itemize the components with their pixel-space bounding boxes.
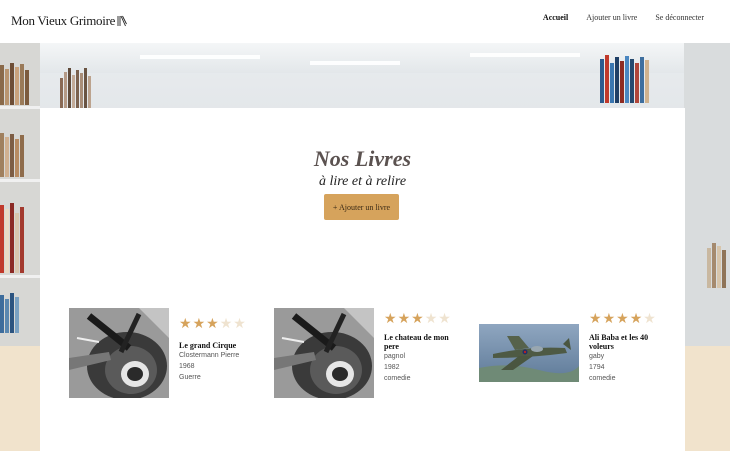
star-empty-icon: ★ — [233, 317, 246, 332]
shelf-board — [0, 106, 40, 109]
book-title: Le chateau de mon pere — [384, 333, 449, 351]
rating-stars: ★ ★ ★ ★ ★ — [384, 313, 454, 327]
rating-stars: ★ ★ ★ ★ ★ — [179, 318, 249, 332]
color-airplane-photo — [479, 324, 579, 382]
star-full-icon: ★ — [206, 317, 219, 332]
star-full-icon: ★ — [616, 312, 629, 327]
book-year: 1982 — [384, 364, 400, 371]
star-full-icon: ★ — [179, 317, 192, 332]
book-author: Clostermann Pierre — [179, 352, 240, 359]
star-full-icon: ★ — [411, 312, 424, 327]
page-subtitle: à lire et à relire — [318, 174, 407, 189]
book-title: Ali Baba et les 40 voleurs — [589, 333, 649, 351]
star-full-icon: ★ — [192, 317, 206, 332]
book-spines — [0, 203, 24, 273]
book-year: 1968 — [179, 363, 195, 370]
book-author: pagnol — [384, 353, 406, 360]
nav-accueil[interactable]: Accueil — [543, 13, 568, 22]
rating-stars: ★ ★ ★ ★ ★ — [589, 313, 659, 327]
shelf-board — [0, 179, 40, 182]
book-info: ★ ★ ★ ★ ★ Ali Baba et les 40 voleurs gab… — [589, 313, 659, 383]
book-genre: comedie — [384, 375, 411, 382]
ceiling-light — [310, 61, 400, 65]
book-info: ★ ★ ★ ★ ★ Le grand Cirque Clostermann Pi… — [179, 318, 249, 382]
book-cover-image[interactable] — [69, 308, 169, 398]
star-full-icon: ★ — [602, 312, 616, 327]
page-title: Nos Livres — [313, 146, 412, 171]
book-info: ★ ★ ★ ★ ★ Le chateau de mon pere pagnol … — [384, 313, 454, 383]
star-full-icon: ★ — [397, 312, 411, 327]
book-card[interactable]: ★ ★ ★ ★ ★ Ali Baba et les 40 voleurs gab… — [479, 308, 669, 400]
star-full-icon: ★ — [384, 312, 397, 327]
book-title: Le grand Cirque — [179, 341, 237, 350]
ceiling-light — [140, 55, 260, 59]
ceiling-light — [470, 53, 580, 57]
nav-se-deconnecter[interactable]: Se déconnecter — [655, 13, 704, 22]
star-empty-icon: ★ — [219, 317, 233, 332]
book-card[interactable]: ★ ★ ★ ★ ★ Le grand Cirque Clostermann Pi… — [69, 308, 259, 400]
logo[interactable]: Mon Vieux Grimoire — [11, 13, 127, 29]
logo-text: Mon Vieux Grimoire — [11, 13, 116, 28]
book-cover-image[interactable] — [479, 324, 579, 382]
book-spines — [0, 133, 24, 177]
book-genre: comedie — [589, 375, 616, 382]
book-spines — [707, 243, 726, 288]
book-logo-icon — [117, 15, 127, 27]
book-year: 1794 — [589, 364, 605, 371]
shelf-board — [0, 275, 40, 278]
star-full-icon: ★ — [589, 312, 602, 327]
book-cover-image[interactable] — [274, 308, 374, 398]
book-author: gaby — [589, 353, 605, 360]
books-panel: Nos Livres à lire et à relire + Ajouter … — [40, 108, 685, 451]
book-spines — [0, 293, 19, 333]
star-empty-icon: ★ — [643, 312, 656, 327]
book-spines — [60, 68, 91, 108]
main-nav: Accueil Ajouter un livre Se déconnecter — [543, 13, 704, 22]
star-full-icon: ★ — [629, 312, 643, 327]
top-header: Mon Vieux Grimoire Accueil Ajouter un li… — [0, 0, 730, 43]
add-book-button[interactable]: + Ajouter un livre — [324, 194, 399, 220]
star-empty-icon: ★ — [438, 312, 451, 327]
right-shelf — [684, 43, 730, 346]
nav-ajouter-livre[interactable]: Ajouter un livre — [586, 13, 637, 22]
star-empty-icon: ★ — [424, 312, 438, 327]
book-spines — [0, 63, 29, 105]
bw-airplane-photo — [274, 308, 374, 398]
book-card[interactable]: ★ ★ ★ ★ ★ Le chateau de mon pere pagnol … — [274, 308, 464, 400]
book-spines — [600, 55, 649, 103]
book-genre: Guerre — [179, 374, 201, 381]
bw-airplane-photo — [69, 308, 169, 398]
